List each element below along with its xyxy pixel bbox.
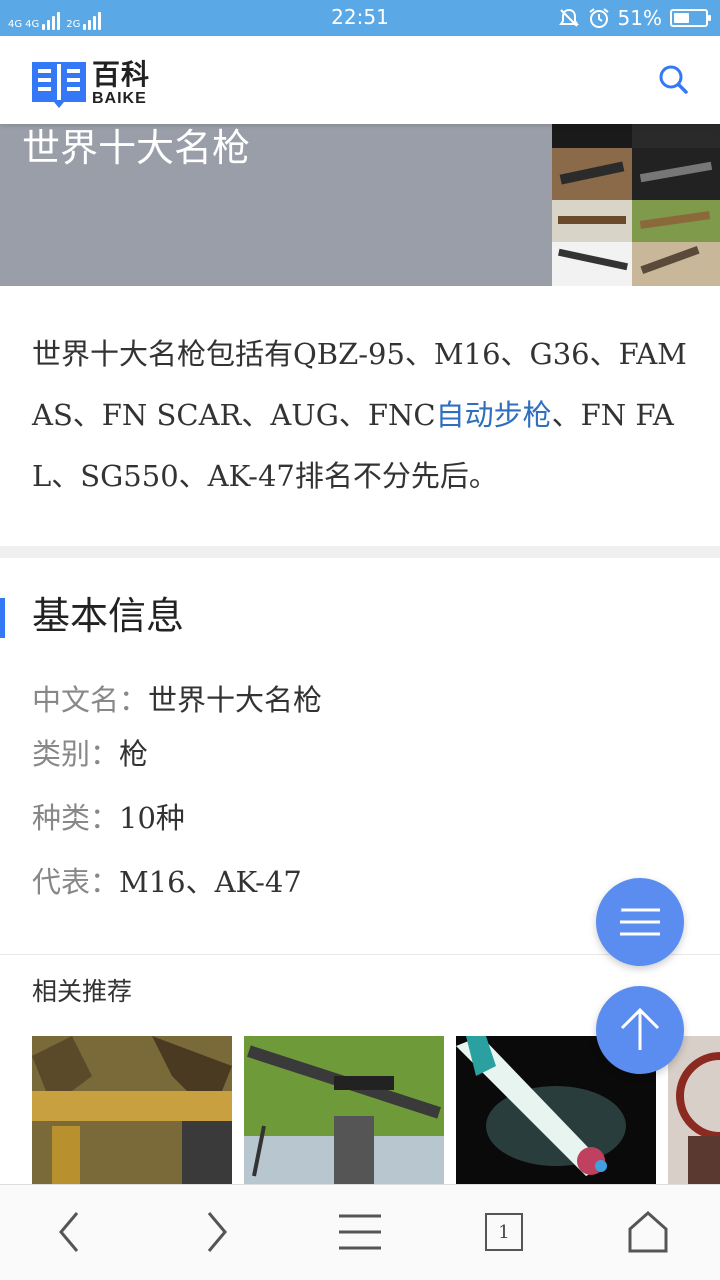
- section-accent-bar: [0, 598, 5, 638]
- table-of-contents-button[interactable]: [596, 878, 684, 966]
- menu-icon: [339, 1214, 381, 1250]
- menu-button[interactable]: [330, 1207, 390, 1257]
- info-row: 中文名：世界十大名枪: [32, 680, 322, 720]
- info-value: M16、AK-47: [119, 865, 302, 899]
- search-icon[interactable]: [654, 60, 694, 100]
- alarm-clock-icon: [588, 8, 609, 28]
- info-value: 世界十大名枪: [148, 683, 323, 717]
- tab-count: 1: [485, 1213, 523, 1251]
- related-item-pistol-image[interactable]: [32, 1036, 232, 1186]
- summary-paragraph: 世界十大名枪包括有QBZ-95、M16、G36、FAMAS、FN SCAR、AU…: [32, 324, 692, 507]
- logo-cn: 百科: [92, 58, 151, 91]
- status-right: 51%: [558, 4, 711, 32]
- logo-en: BAIKE: [92, 90, 147, 107]
- hero-collage-image[interactable]: [552, 124, 720, 286]
- info-row: 类别：枪: [32, 734, 148, 774]
- back-button[interactable]: [40, 1207, 100, 1257]
- section-title: 基本信息: [32, 594, 185, 638]
- home-button[interactable]: [618, 1207, 678, 1257]
- logo-text: 百科 BAIKE: [92, 61, 150, 107]
- baike-logo[interactable]: 百科 BAIKE: [32, 60, 150, 108]
- chevron-left-icon: [59, 1212, 79, 1252]
- forward-button[interactable]: [186, 1207, 246, 1257]
- battery-icon: [670, 9, 711, 27]
- info-label: 中文名：: [32, 683, 149, 717]
- status-bar: 4G 4G 2G 22:51 51%: [0, 0, 720, 36]
- info-row: 种类：10种: [32, 798, 185, 838]
- site-header: 百科 BAIKE: [0, 36, 720, 124]
- list-icon: [618, 908, 660, 936]
- tabs-button[interactable]: 1: [474, 1207, 534, 1257]
- section-divider: [0, 546, 720, 558]
- info-label: 种类：: [32, 801, 120, 835]
- summary-link[interactable]: 自动步枪: [436, 398, 552, 432]
- info-value: 10种: [119, 801, 185, 835]
- related-item-sniper-rifle-image[interactable]: [244, 1036, 444, 1186]
- related-title: 相关推荐: [32, 977, 133, 1006]
- silent-bell-icon: [558, 8, 579, 27]
- info-label: 类别：: [32, 737, 120, 771]
- info-row: 代表：M16、AK-47: [32, 862, 302, 902]
- hero-banner: 世界十大名枪: [0, 124, 720, 286]
- info-label: 代表：: [32, 865, 120, 899]
- battery-percent: 51%: [617, 6, 662, 30]
- home-icon: [628, 1211, 668, 1253]
- chevron-right-icon: [207, 1212, 227, 1252]
- page-title: 世界十大名枪: [22, 126, 251, 170]
- browser-bottom-bar: 1: [0, 1184, 720, 1280]
- back-to-top-button[interactable]: [596, 986, 684, 1074]
- book-logo-icon: [32, 62, 86, 108]
- arrow-up-icon: [620, 1007, 660, 1050]
- info-value: 枪: [119, 737, 149, 771]
